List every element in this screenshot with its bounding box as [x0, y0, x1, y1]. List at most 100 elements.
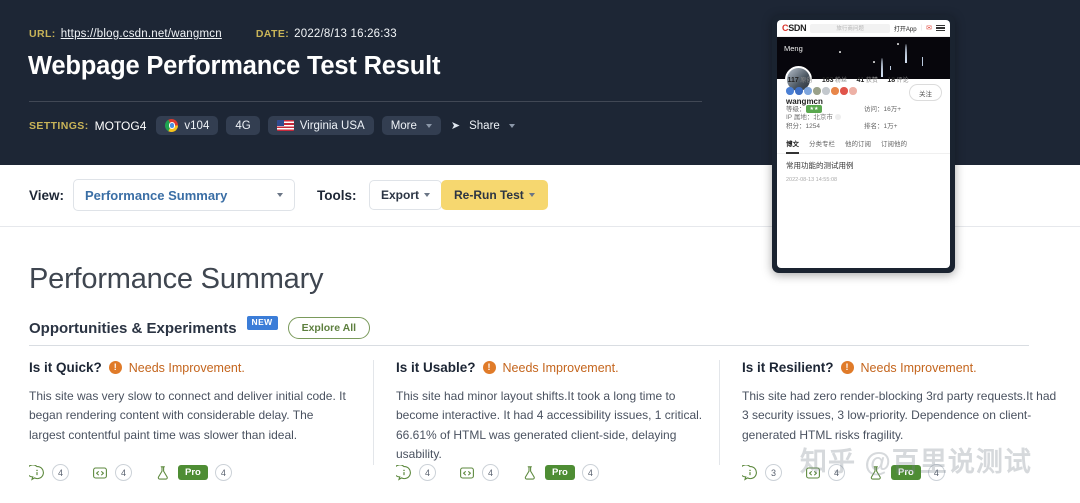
points-cell: 积分：1254	[786, 123, 820, 131]
column-body: This site was very slow to connect and d…	[29, 389, 346, 442]
summary-column-quick: Is it Quick? ! Needs Improvement. This s…	[26, 360, 374, 481]
preview-search-box[interactable]: 旅行商问题	[810, 23, 890, 33]
experiment-flask-icon[interactable]	[868, 465, 884, 481]
warning-icon: !	[840, 361, 854, 374]
metric-count: 4	[52, 464, 69, 481]
tab-blog[interactable]: 博文	[786, 138, 799, 154]
preview-viewport: CSDN 旅行商问题 打开App | ✉ Meng 关注 wangmcn IP …	[777, 20, 950, 268]
hamburger-menu-icon[interactable]	[936, 24, 945, 32]
more-label: More	[390, 119, 417, 132]
explore-all-button[interactable]: Explore All	[287, 317, 371, 339]
warning-icon: !	[108, 361, 122, 374]
article-list-item[interactable]: 常用功能的测试用例 2022-08-13 14:55:08	[786, 160, 854, 183]
code-window-icon[interactable]	[459, 465, 475, 481]
notification-icon[interactable]: ✉	[926, 24, 932, 32]
metric-count: 4	[828, 464, 845, 481]
rerun-label: Re-Run Test	[454, 188, 524, 202]
tested-url-link[interactable]: https://blog.csdn.net/wangmcn	[61, 28, 222, 40]
medal-icon	[786, 87, 794, 95]
pro-badge: Pro	[545, 464, 575, 481]
opportunities-title: Opportunities & Experiments	[29, 319, 237, 337]
medal-icon	[804, 87, 812, 95]
share-label: Share	[469, 119, 500, 132]
rank-cell: 排名：1万+	[864, 123, 898, 131]
header-divider	[29, 101, 702, 102]
more-dropdown[interactable]: More	[381, 116, 441, 135]
warning-icon: !	[482, 361, 496, 374]
medal-icon	[795, 87, 803, 95]
tab-subscribers[interactable]: 订阅他的	[881, 138, 907, 148]
follow-button[interactable]: 关注	[909, 84, 942, 101]
header-meta: URL: https://blog.csdn.net/wangmcn DATE:…	[29, 28, 397, 40]
location-value: Virginia USA	[299, 119, 365, 132]
rerun-test-button[interactable]: Re-Run Test	[441, 180, 548, 210]
connection-value: 4G	[235, 119, 251, 132]
medal-icon	[813, 87, 821, 95]
connection-pill[interactable]: 4G	[226, 116, 260, 135]
opportunities-header: Opportunities & Experiments NEW Explore …	[29, 316, 371, 339]
topbar-divider: |	[920, 25, 923, 31]
column-status: Needs Improvement.	[860, 360, 977, 375]
export-button[interactable]: Export	[369, 180, 443, 210]
chevron-down-icon	[528, 193, 535, 197]
view-select[interactable]: Performance Summary	[73, 179, 295, 211]
section-heading: Performance Summary	[29, 263, 324, 295]
mobile-screenshot-preview[interactable]: CSDN 旅行商问题 打开App | ✉ Meng 关注 wangmcn IP …	[772, 15, 955, 273]
experiment-flask-icon[interactable]	[155, 465, 171, 481]
stat-item: 163 粉丝	[822, 75, 847, 84]
metric-count: 4	[927, 464, 945, 481]
info-bubble-icon[interactable]	[739, 463, 758, 481]
metrics-row: 等级： ★★ 访问：16万+	[786, 103, 941, 114]
metrics-row: 积分：1254 排名：1万+	[786, 120, 941, 130]
open-app-link[interactable]: 打开App	[894, 24, 917, 33]
performance-test-page: URL: https://blog.csdn.net/wangmcn DATE:…	[0, 0, 1080, 503]
metric-count: 4	[581, 464, 599, 481]
column-question: Is it Usable?	[396, 360, 476, 375]
column-body: This site had minor layout shifts.It too…	[396, 389, 703, 462]
date-label: DATE:	[255, 28, 290, 40]
column-metrics: 4 4 Pro 4	[393, 463, 599, 481]
settings-label: SETTINGS:	[29, 119, 89, 132]
preview-tabs: 博文 分类专栏 他的订阅 订阅他的	[777, 138, 950, 154]
column-body: This site had zero render-blocking 3rd p…	[742, 389, 1057, 442]
stat-label: 原创	[800, 78, 813, 84]
code-window-icon[interactable]	[92, 465, 108, 481]
column-question: Is it Quick?	[29, 360, 102, 375]
summary-columns: Is it Quick? ! Needs Improvement. This s…	[26, 360, 1056, 481]
pro-badge: Pro	[891, 464, 921, 481]
url-label: URL:	[29, 28, 56, 40]
tools-label: Tools:	[317, 188, 357, 203]
medal-icon	[849, 87, 857, 95]
column-status: Needs Improvement.	[502, 360, 619, 375]
profile-metrics-grid: 等级： ★★ 访问：16万+ 积分：1254 排名：1万+	[786, 103, 941, 137]
location-pill[interactable]: Virginia USA	[267, 116, 374, 135]
section-divider	[29, 345, 1029, 346]
stat-label: 粉丝	[835, 78, 848, 84]
metric-count: 3	[765, 464, 782, 481]
export-label: Export	[381, 188, 420, 202]
csdn-logo-accent: C	[782, 23, 789, 33]
info-bubble-icon[interactable]	[26, 463, 45, 481]
info-bubble-icon[interactable]	[393, 463, 412, 481]
share-dropdown[interactable]: ➤ Share	[449, 116, 524, 135]
column-status: Needs Improvement.	[128, 360, 245, 375]
stat-item: 41 获赞	[857, 75, 878, 84]
column-header: Is it Resilient? ! Needs Improvement.	[742, 360, 1044, 375]
stat-value: 18	[887, 77, 896, 84]
chevron-down-icon	[424, 193, 431, 197]
metric-count: 4	[214, 464, 232, 481]
tab-his-subscriptions[interactable]: 他的订阅	[845, 138, 871, 148]
code-window-icon[interactable]	[805, 465, 821, 481]
column-header: Is it Quick? ! Needs Improvement.	[29, 360, 351, 375]
browser-pill[interactable]: v104	[156, 116, 219, 135]
view-label: View:	[29, 188, 65, 203]
experiment-flask-icon[interactable]	[522, 465, 538, 481]
column-metrics: 3 4 Pro 4	[739, 463, 945, 481]
achievement-medals	[786, 87, 857, 95]
csdn-logo: CSDN	[782, 23, 807, 33]
banner-name: Meng	[784, 44, 803, 53]
summary-column-usable: Is it Usable? ! Needs Improvement. This …	[374, 360, 720, 481]
stat-item: 117 原创	[788, 75, 813, 84]
tab-columns[interactable]: 分类专栏	[809, 138, 835, 148]
stat-label: 评论	[896, 78, 909, 84]
